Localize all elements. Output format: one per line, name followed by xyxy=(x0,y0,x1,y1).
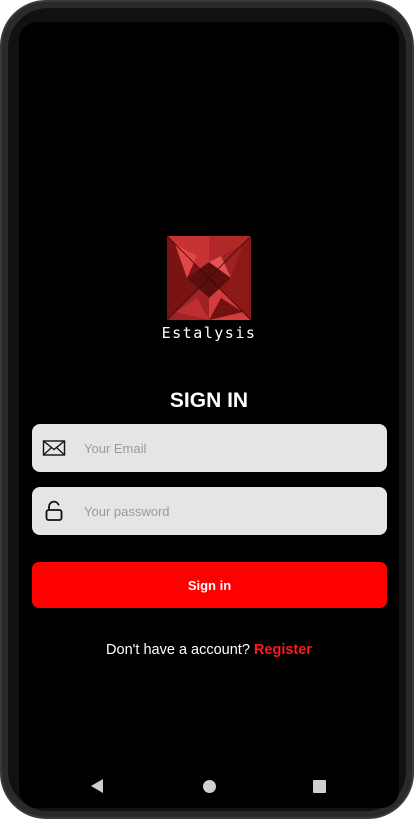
brand-name: Estalysis xyxy=(161,324,257,342)
email-input[interactable] xyxy=(84,424,374,472)
system-navigation-bar xyxy=(19,774,399,798)
page-title: SIGN IN xyxy=(169,389,249,412)
logo-icon xyxy=(167,236,251,320)
password-input[interactable] xyxy=(84,487,374,535)
square-recents-icon[interactable] xyxy=(313,780,326,793)
envelope-icon xyxy=(42,440,66,456)
register-prompt-line: Don't have a account? Register xyxy=(19,642,399,658)
app-screen: Estalysis SIGN IN Sign in Don't have a a… xyxy=(19,22,399,808)
register-link[interactable]: Register xyxy=(254,642,312,658)
circle-home-icon[interactable] xyxy=(203,780,216,793)
phone-frame: Estalysis SIGN IN Sign in Don't have a a… xyxy=(0,0,414,819)
password-field[interactable] xyxy=(32,487,387,535)
register-prompt: Don't have a account? xyxy=(106,642,254,658)
unlock-icon xyxy=(45,500,63,521)
email-field[interactable] xyxy=(32,424,387,472)
sign-in-button[interactable]: Sign in xyxy=(32,562,387,608)
triangle-back-icon[interactable] xyxy=(91,779,103,793)
